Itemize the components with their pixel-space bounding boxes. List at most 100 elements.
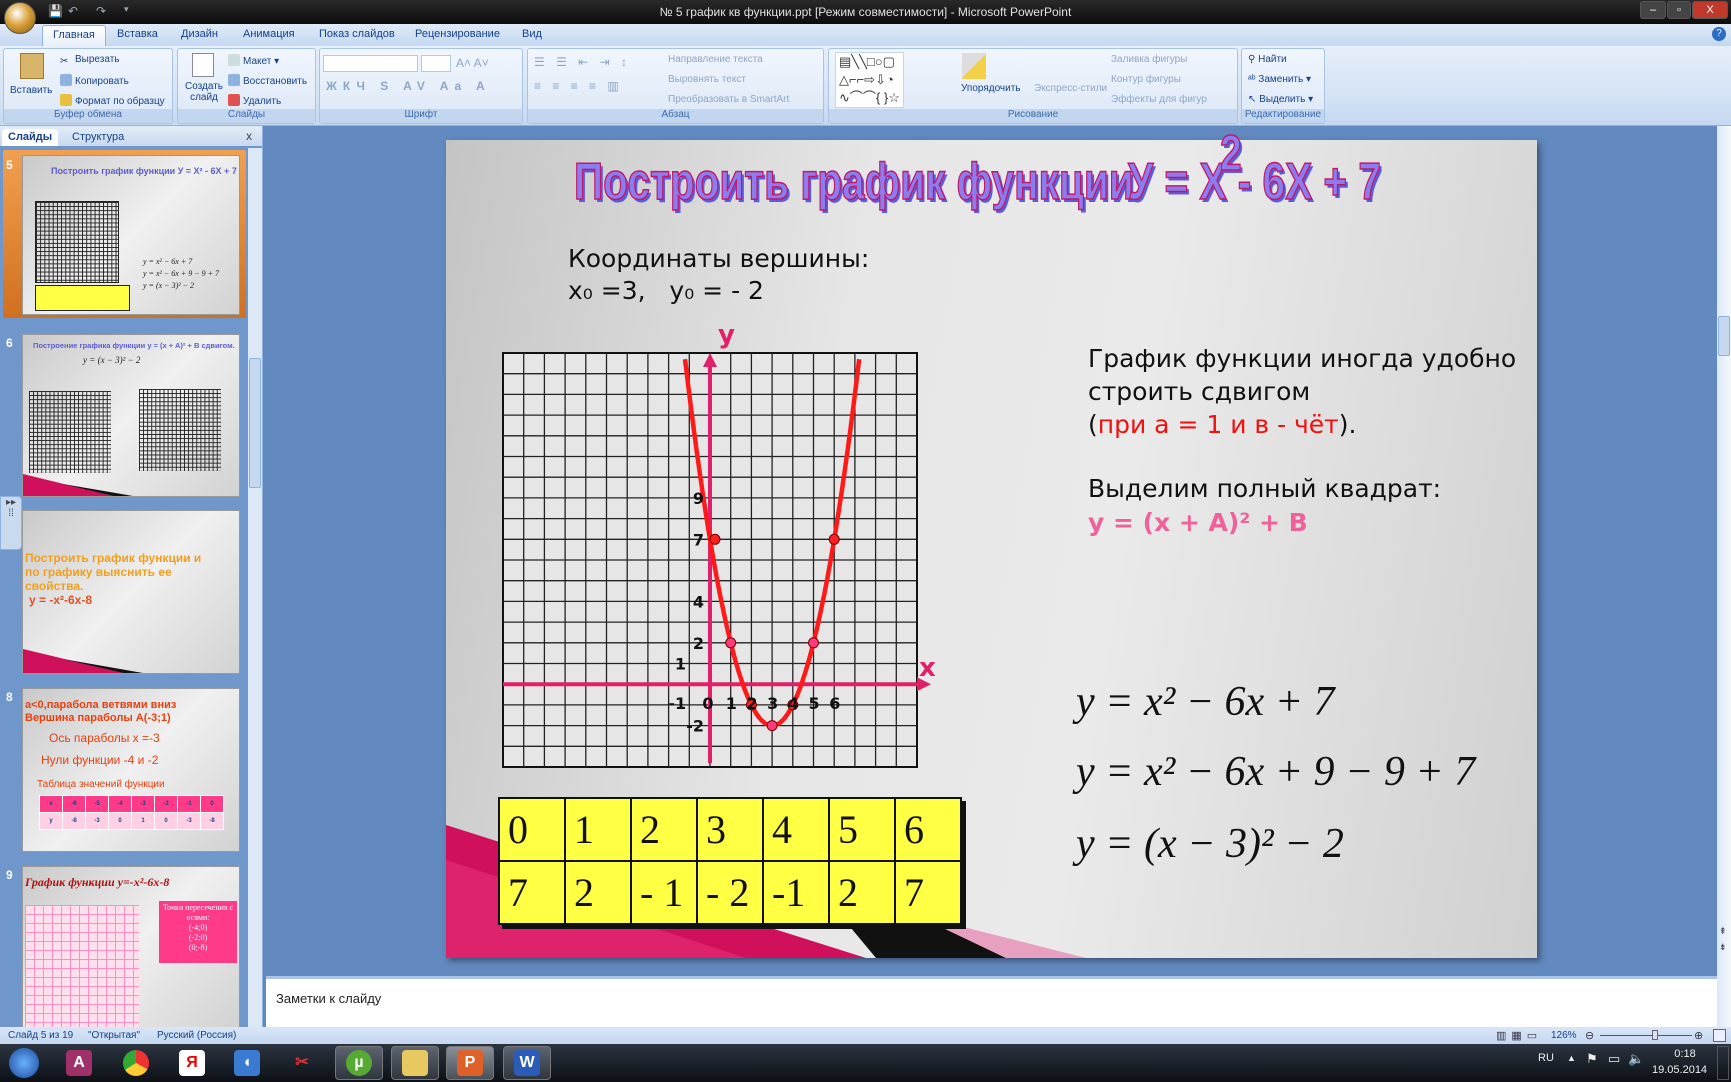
view-buttons[interactable]: ▥▦▭: [1496, 1029, 1542, 1042]
customize-qat-icon[interactable]: ▾: [124, 4, 129, 19]
replace-button[interactable]: ᵃᵇ Заменить ▾: [1248, 74, 1311, 85]
save-icon[interactable]: 💾: [48, 4, 63, 19]
table-cell: x: [39, 795, 63, 813]
tab-home[interactable]: Главная: [42, 25, 106, 46]
list-buttons[interactable]: ☰ ☰ ⇤ ⇥ ↕: [534, 55, 631, 69]
slide-thumbnail-9[interactable]: График функции y=-x²-6x-8 Точки пересече…: [22, 866, 240, 1028]
tab-view[interactable]: Вид: [522, 28, 542, 40]
slide-thumbnail-7[interactable]: Построить график функции и по графику вы…: [22, 510, 240, 674]
slide-scrollbar[interactable]: ⇞ ⇟: [1717, 126, 1731, 1027]
start-button[interactable]: [2, 1046, 46, 1080]
close-pane-icon[interactable]: x: [246, 129, 252, 143]
font-size-select[interactable]: [421, 55, 451, 72]
select-button[interactable]: ↖ Выделить ▾: [1248, 94, 1313, 105]
thumb-formulas: y = x² − 6x + 7y = x² − 6x + 9 − 9 + 7y …: [143, 257, 220, 290]
tab-review[interactable]: Рецензирование: [415, 28, 500, 40]
language-indicator[interactable]: RU: [1538, 1052, 1554, 1064]
paste-button[interactable]: Вставить: [10, 85, 52, 96]
taskbar-chrome[interactable]: [112, 1046, 160, 1080]
font-family-select[interactable]: [323, 55, 418, 72]
grow-shrink-font-icons[interactable]: A˄ A˅: [456, 56, 489, 70]
shape-fill-button[interactable]: Заливка фигуры: [1111, 54, 1187, 65]
format-painter-label: Формат по образцу: [75, 96, 165, 107]
clock-date[interactable]: 19.05.2014: [1652, 1064, 1707, 1076]
collapse-pane-handle[interactable]: ▸▸ ⁞⁞: [0, 496, 22, 550]
tab-insert[interactable]: Вставка: [117, 28, 158, 40]
taskbar-access[interactable]: A: [55, 1046, 103, 1080]
notes-pane[interactable]: Заметки к слайду: [266, 976, 1717, 1027]
office-button[interactable]: [4, 2, 36, 34]
tab-slides[interactable]: Слайды: [2, 129, 59, 146]
table-cell: -5: [85, 795, 109, 813]
taskbar-yandex[interactable]: Я: [168, 1046, 216, 1080]
next-slide-icon[interactable]: ⇟: [1719, 942, 1727, 953]
taskbar-explorer[interactable]: [391, 1046, 439, 1080]
fit-to-window-icon[interactable]: [1713, 1029, 1726, 1042]
undo-icon[interactable]: ↶: [68, 4, 78, 19]
values-table: 012345672- 1- 2 -1 2 7: [498, 797, 962, 925]
close-button[interactable]: X: [1692, 1, 1728, 19]
zoom-level[interactable]: 126%: [1551, 1030, 1577, 1041]
taskbar-word[interactable]: W: [503, 1046, 551, 1080]
zoom-out-icon[interactable]: ⊖: [1585, 1029, 1594, 1042]
slide-title: Построить график функции: [573, 152, 1134, 212]
zoom-slider[interactable]: [1600, 1035, 1692, 1036]
delete-slide-button[interactable]: Удалить: [228, 94, 281, 107]
taskbar-sound[interactable]: ◖: [223, 1046, 271, 1080]
ribbon-tabs: Главная Вставка Дизайн Анимация Показ сл…: [0, 24, 1731, 46]
tab-slideshow[interactable]: Показ слайдов: [319, 28, 395, 40]
group-label: Шрифт: [320, 109, 522, 123]
prev-slide-icon[interactable]: ⇞: [1719, 926, 1727, 937]
action-center-flag-icon[interactable]: ⚑: [1586, 1051, 1598, 1067]
convert-smartart-button[interactable]: Преобразовать в SmartArt: [668, 94, 789, 105]
table-cell: -3: [85, 812, 109, 830]
volume-icon[interactable]: 🔈: [1628, 1051, 1644, 1067]
layout-button[interactable]: Макет ▾: [228, 54, 279, 67]
new-slide-button[interactable]: Создать слайд: [184, 81, 224, 103]
taskbar-powerpoint[interactable]: P: [446, 1046, 494, 1080]
redo-icon[interactable]: ↷: [96, 4, 106, 19]
slide-thumbnail-6[interactable]: Построение графика функции y = (x + A)² …: [22, 334, 240, 497]
scrollbar-thumb[interactable]: [249, 358, 261, 488]
thumbnail-scrollbar[interactable]: [248, 148, 262, 1028]
slide-thumbnail-8[interactable]: a<0,парабола ветвями вниз Вершина парабо…: [22, 688, 240, 852]
show-desktop-button[interactable]: [1717, 1046, 1729, 1080]
help-icon[interactable]: ?: [1712, 27, 1726, 41]
copy-button[interactable]: Копировать: [60, 74, 129, 87]
zoom-in-icon[interactable]: ⊕: [1694, 1029, 1703, 1042]
clock-time[interactable]: 0:18: [1660, 1048, 1710, 1060]
shapes-gallery[interactable]: ▤╲╲□○▢ △⌐⌐⇨⇩◔ ∿⌒⌒{ }☆: [835, 52, 904, 108]
text-direction-button[interactable]: Направление текста: [668, 54, 763, 65]
tab-animation[interactable]: Анимация: [243, 28, 295, 40]
slide[interactable]: Построить график функции У = X - 6X + 7 …: [446, 124, 1537, 958]
find-button[interactable]: ⚲ Найти: [1248, 54, 1287, 65]
network-icon[interactable]: ▭: [1608, 1051, 1620, 1067]
cut-button[interactable]: ✂ Вырезать: [60, 54, 119, 68]
taskbar-utorrent[interactable]: µ: [335, 1046, 383, 1080]
tab-outline[interactable]: Структура: [66, 129, 130, 146]
language-indicator[interactable]: Русский (Россия): [157, 1030, 236, 1041]
scrollbar-thumb[interactable]: [1718, 316, 1730, 356]
shape-outline-button[interactable]: Контур фигуры: [1111, 74, 1181, 85]
slide-thumbnail-5[interactable]: Построить график функции У = X² - 6X + 7…: [22, 155, 240, 315]
minimize-button[interactable]: –: [1640, 1, 1666, 19]
layout-label: Макет: [243, 56, 272, 67]
format-painter-button[interactable]: Формат по образцу: [60, 94, 165, 107]
tab-design[interactable]: Дизайн: [181, 28, 218, 40]
font-format-buttons[interactable]: ЖКЧ S AV Aa A: [326, 79, 491, 93]
table-cell: -8: [62, 812, 86, 830]
shape-effects-button[interactable]: Эффекты для фигур: [1111, 94, 1207, 105]
align-text-button[interactable]: Выровнять текст: [668, 74, 746, 85]
table-cell: -3: [177, 812, 201, 830]
quick-styles-button[interactable]: Экспресс-стили: [1034, 83, 1107, 94]
notes-placeholder[interactable]: Заметки к слайду: [276, 991, 381, 1006]
align-buttons[interactable]: ≡ ≡ ≡ ≡ ▥: [534, 79, 623, 93]
thumb-number: 6: [6, 336, 13, 350]
show-hidden-icons[interactable]: ▲: [1567, 1053, 1576, 1063]
reset-button[interactable]: Восстановить: [228, 74, 307, 87]
arrange-button[interactable]: Упорядочить: [961, 83, 1021, 94]
taskbar-snipping[interactable]: ✂: [278, 1046, 326, 1080]
zoom-slider-thumb[interactable]: [1652, 1030, 1659, 1040]
y-axis-label: y: [718, 320, 735, 350]
maximize-button[interactable]: ▫: [1667, 1, 1691, 19]
